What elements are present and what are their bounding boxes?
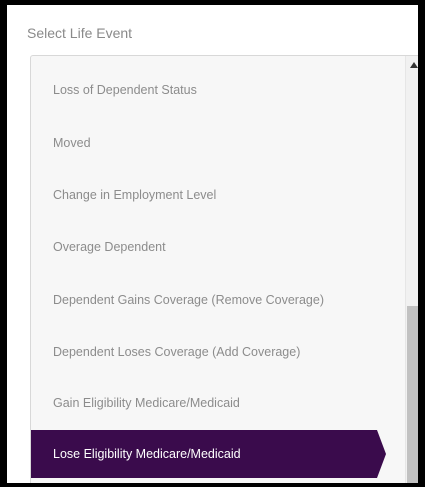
panel-title: Select Life Event: [27, 25, 133, 41]
list-item-dependent-loses-coverage[interactable]: Dependent Loses Coverage (Add Coverage): [31, 326, 405, 378]
list-item-label: Loss of Dependent Status: [53, 83, 197, 97]
scroll-up-button[interactable]: [406, 58, 418, 72]
list-item-label: Dependent Gains Coverage (Remove Coverag…: [53, 293, 324, 307]
list-item-lose-eligibility-medicare-medicaid[interactable]: Lose Eligibility Medicare/Medicaid: [31, 430, 386, 478]
life-event-listbox[interactable]: Loss of Dependent Status Moved Change in…: [30, 55, 418, 483]
list-item-change-in-employment-level[interactable]: Change in Employment Level: [31, 169, 405, 221]
list-item-label: Dependent Loses Coverage (Add Coverage): [53, 345, 301, 359]
list-item-loss-of-dependent-status[interactable]: Loss of Dependent Status: [31, 64, 405, 116]
list-item-label: Overage Dependent: [53, 240, 166, 254]
list-item-label: Moved: [53, 136, 91, 150]
list-item-moved[interactable]: Moved: [31, 117, 405, 169]
list-item-label: Change in Employment Level: [53, 188, 217, 202]
list-item-label: Gain Eligibility Medicare/Medicaid: [53, 396, 240, 410]
life-event-panel: Select Life Event Loss of Dependent Stat…: [0, 0, 425, 487]
triangle-up-icon: [409, 62, 418, 68]
scroll-thumb[interactable]: [407, 306, 418, 483]
list-item-dependent-gains-coverage[interactable]: Dependent Gains Coverage (Remove Coverag…: [31, 274, 405, 326]
list-item-gain-eligibility-medicare-medicaid[interactable]: Gain Eligibility Medicare/Medicaid: [31, 377, 405, 429]
list-item-label: Lose Eligibility Medicare/Medicaid: [53, 447, 241, 461]
list-scrollbar[interactable]: [405, 56, 418, 483]
list-item-overage-dependent[interactable]: Overage Dependent: [31, 221, 405, 273]
